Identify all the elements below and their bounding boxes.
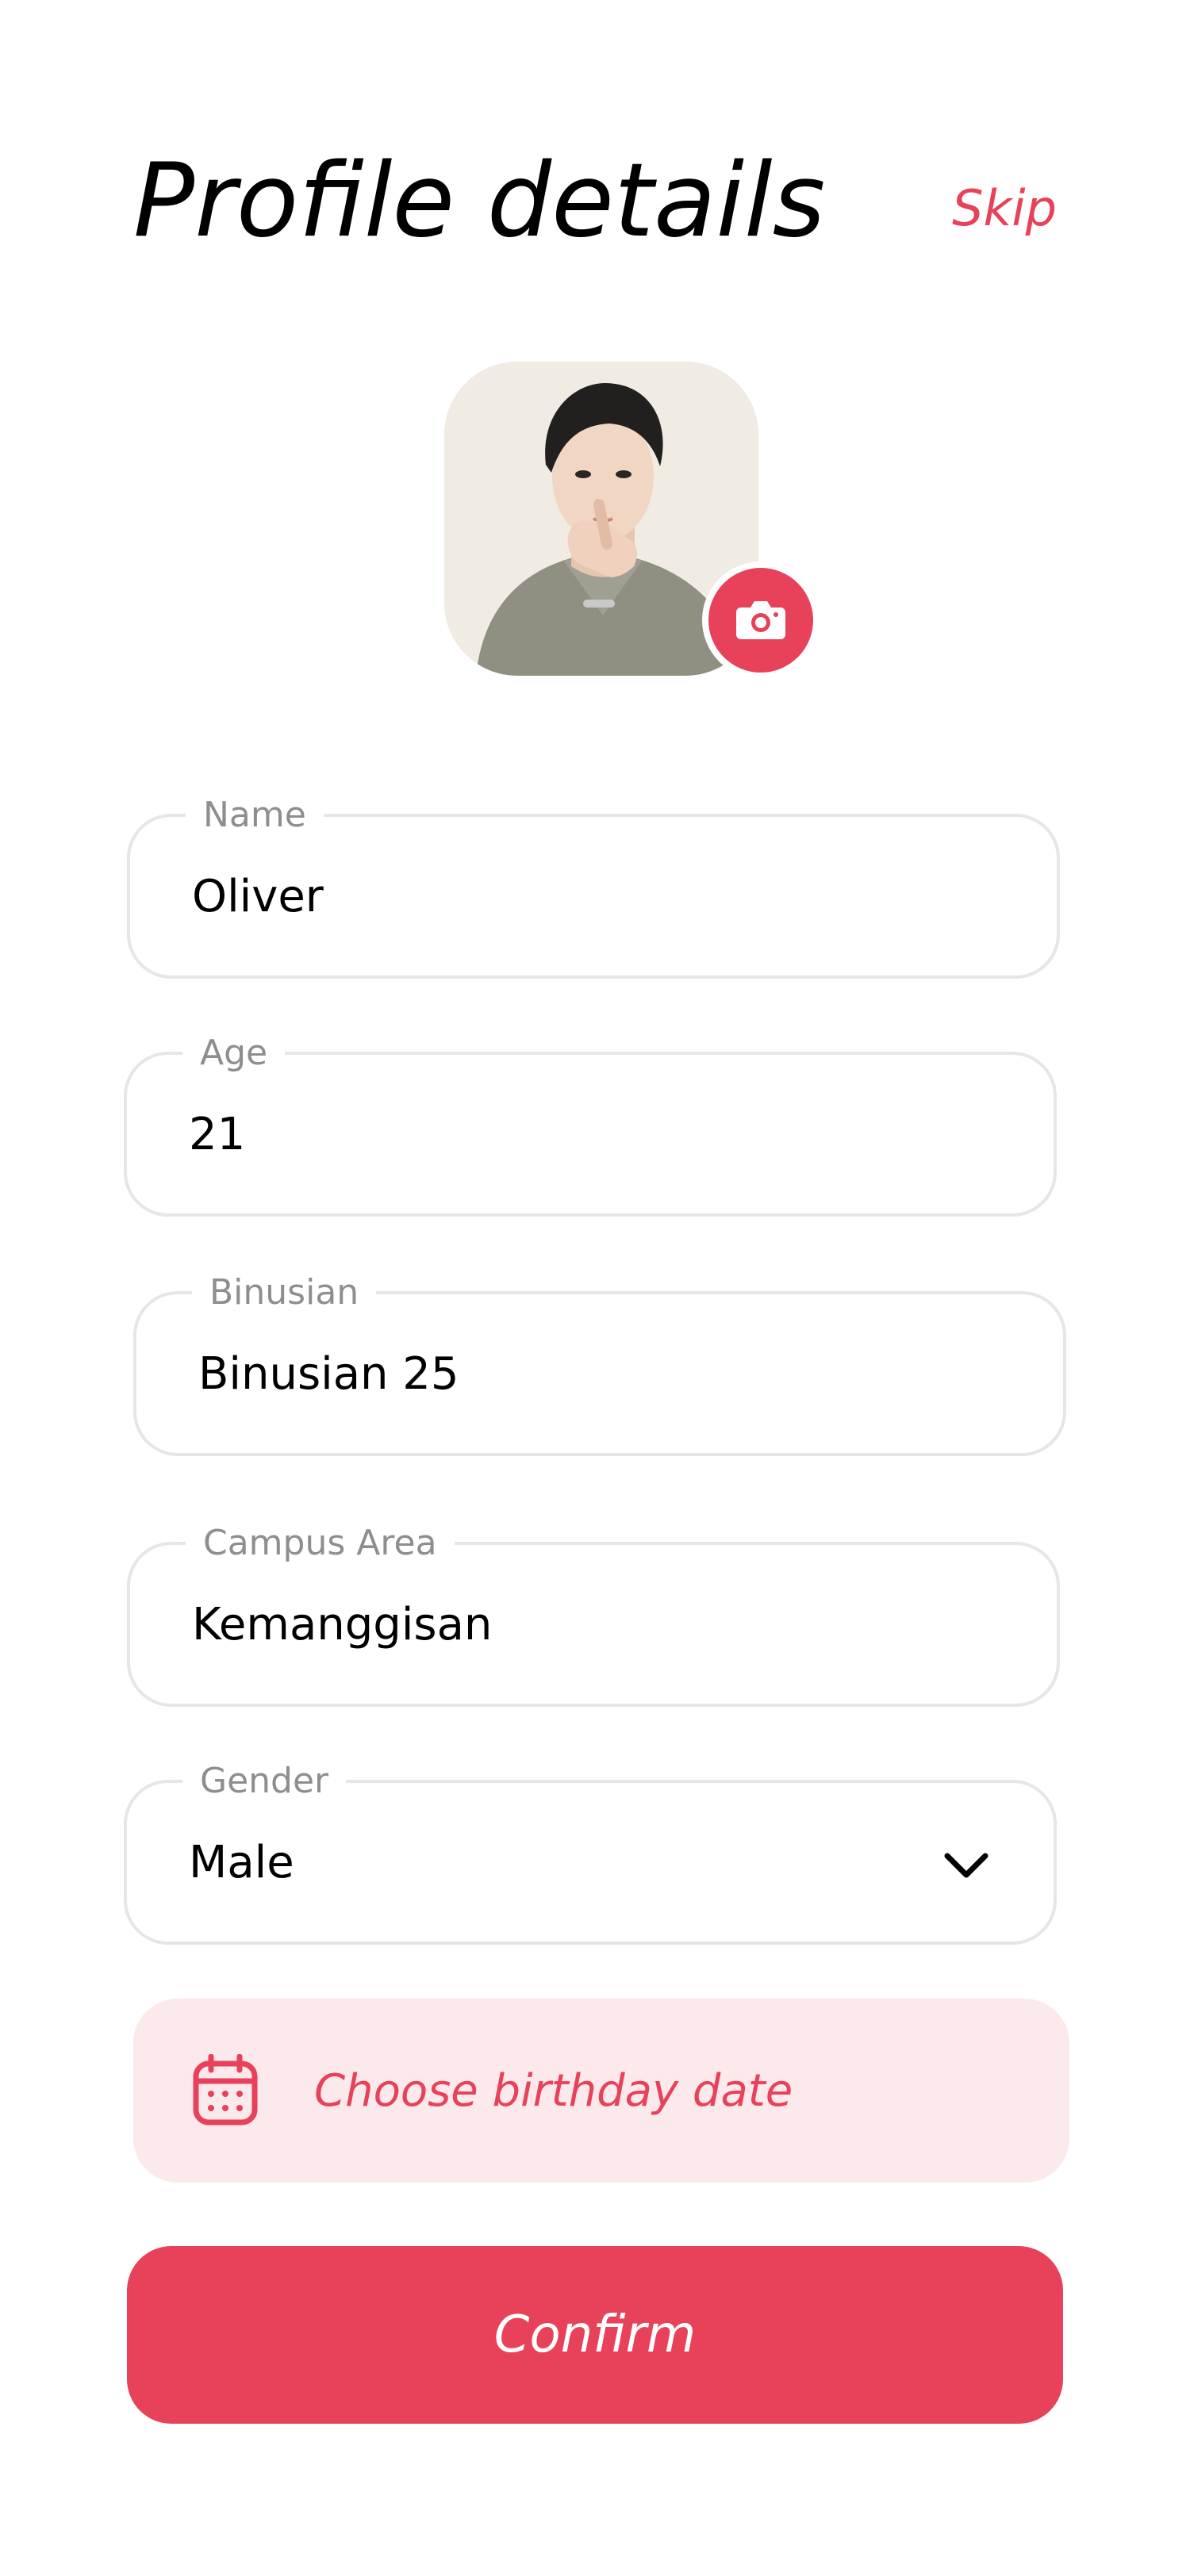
binusian-field[interactable]: Binusian Binusian 25	[133, 1271, 1066, 1456]
confirm-button[interactable]: Confirm	[127, 2246, 1063, 2424]
name-field-value: Oliver	[192, 870, 324, 922]
binusian-field-value: Binusian 25	[198, 1347, 459, 1400]
choose-birthday-label: Choose birthday date	[314, 2064, 793, 2117]
name-field[interactable]: Name Oliver	[127, 793, 1060, 979]
chevron-down-icon[interactable]	[942, 1840, 990, 1888]
skip-link[interactable]: Skip	[952, 184, 1057, 233]
gender-dropdown[interactable]: Gender Male	[124, 1759, 1057, 1945]
gender-dropdown-value: Male	[189, 1836, 294, 1888]
campus-area-field[interactable]: Campus Area Kemanggisan	[127, 1521, 1060, 1707]
change-photo-button[interactable]	[702, 562, 820, 679]
camera-icon	[735, 596, 787, 644]
choose-birthday-button[interactable]: Choose birthday date	[133, 1999, 1069, 2183]
page-title: Profile details	[133, 142, 826, 260]
campus-area-field-value: Kemanggisan	[192, 1598, 493, 1650]
age-field[interactable]: Age 21	[124, 1031, 1057, 1217]
calendar-icon	[192, 2053, 259, 2130]
age-field-value: 21	[189, 1108, 246, 1160]
avatar-container	[444, 362, 820, 679]
